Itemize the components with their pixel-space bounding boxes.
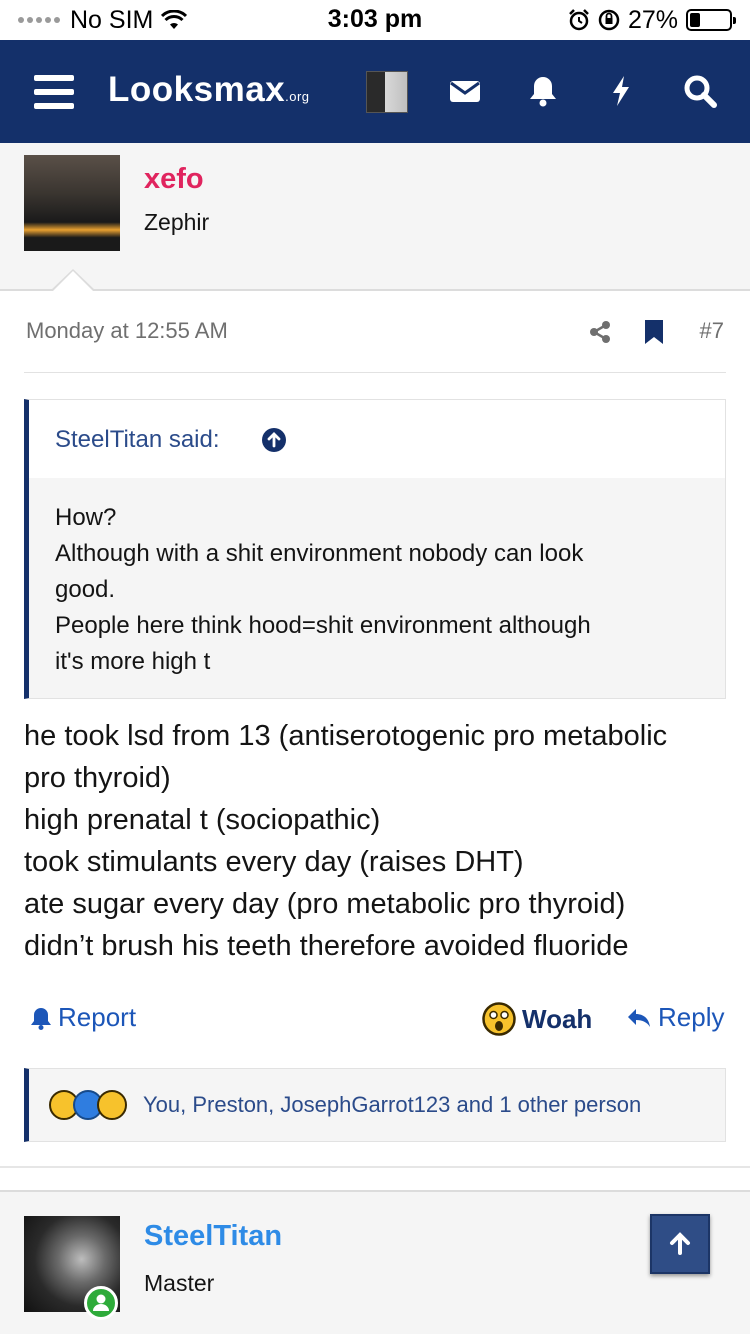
mail-icon[interactable] <box>447 73 483 109</box>
message-line: he took lsd from 13 (antiserotogenic pro… <box>24 720 668 752</box>
bolt-icon[interactable] <box>603 73 639 109</box>
search-icon[interactable] <box>682 73 718 109</box>
post-message: he took lsd from 13 (antiserotogenic pro… <box>24 715 729 967</box>
quote-line: How? <box>55 504 117 531</box>
quote-line: good. <box>55 576 116 603</box>
battery-percent: 27% <box>627 5 678 34</box>
quote-line: Although with a shit environment nobody … <box>55 540 584 567</box>
arrow-up-icon <box>670 1232 690 1255</box>
woah-emoji-icon <box>482 1002 516 1036</box>
online-status-icon <box>84 1286 118 1320</box>
author-title: Master <box>144 1270 215 1296</box>
battery-icon <box>686 9 736 31</box>
post-number[interactable]: #7 <box>700 318 724 344</box>
woah-reaction-button[interactable]: Woah <box>482 1002 592 1036</box>
author-name[interactable]: SteelTitan <box>144 1220 282 1253</box>
message-line: high prenatal t (sociopathic) <box>24 804 381 836</box>
message-line: ate sugar every day (pro metabolic pro t… <box>24 888 626 920</box>
quote-line: it's more high t <box>55 648 211 675</box>
share-icon[interactable] <box>588 320 612 344</box>
report-label: Report <box>58 1002 137 1032</box>
bell-icon[interactable] <box>525 73 561 109</box>
post-date[interactable]: Monday at 12:55 AM <box>26 318 228 344</box>
report-button[interactable]: Report <box>30 1002 136 1033</box>
quote-author[interactable]: SteelTitan said: <box>55 426 220 454</box>
quote-line: People here think hood=shit environment … <box>55 612 591 639</box>
reaction-users[interactable]: You, Preston, JosephGarrot123 and 1 othe… <box>143 1092 641 1118</box>
woah-emoji-icon <box>97 1090 127 1120</box>
user-avatar[interactable] <box>366 71 408 113</box>
user-icon <box>93 1294 109 1311</box>
message-line: didn’t brush his teeth therefore avoided… <box>24 930 629 962</box>
author-avatar[interactable] <box>24 155 120 251</box>
quote-header: SteelTitan said: <box>29 400 725 478</box>
site-logo[interactable]: Looksmax.org <box>108 70 310 110</box>
next-post-author-block: SteelTitan Master <box>0 1190 750 1334</box>
menu-icon[interactable] <box>34 75 74 109</box>
reply-icon <box>628 1008 650 1027</box>
top-navbar: Looksmax.org <box>0 40 750 143</box>
status-right: 27% <box>568 5 736 34</box>
scroll-to-top-button[interactable] <box>650 1214 710 1274</box>
woah-label: Woah <box>522 1003 593 1034</box>
post-separator <box>0 1166 750 1168</box>
battery-fill <box>690 13 701 27</box>
reply-button[interactable]: Reply <box>626 1002 724 1033</box>
quote-body: How? Although with a shit environment no… <box>29 478 725 698</box>
arrow-up-circle-icon[interactable] <box>261 427 287 453</box>
bookmark-icon[interactable] <box>644 319 664 345</box>
quote-block: SteelTitan said: How? Although with a sh… <box>24 399 726 699</box>
message-line: pro thyroid) <box>24 762 171 794</box>
post-author-block: xefo Zephir <box>0 143 750 292</box>
logo-text: Looksmax <box>108 70 286 109</box>
author-title: Zephir <box>144 209 210 235</box>
rotation-lock-icon <box>598 9 620 31</box>
message-line: took stimulants every day (raises DHT) <box>24 846 524 878</box>
author-caret <box>50 269 96 292</box>
author-name[interactable]: xefo <box>144 163 204 196</box>
logo-suffix: .org <box>285 89 310 104</box>
reactions-bar[interactable]: You, Preston, JosephGarrot123 and 1 othe… <box>24 1068 726 1142</box>
alarm-icon <box>569 9 589 31</box>
divider <box>24 372 726 373</box>
reply-label: Reply <box>658 1002 725 1032</box>
bell-icon <box>31 1007 51 1030</box>
status-bar: No SIM 3:03 pm 27% <box>0 0 750 40</box>
